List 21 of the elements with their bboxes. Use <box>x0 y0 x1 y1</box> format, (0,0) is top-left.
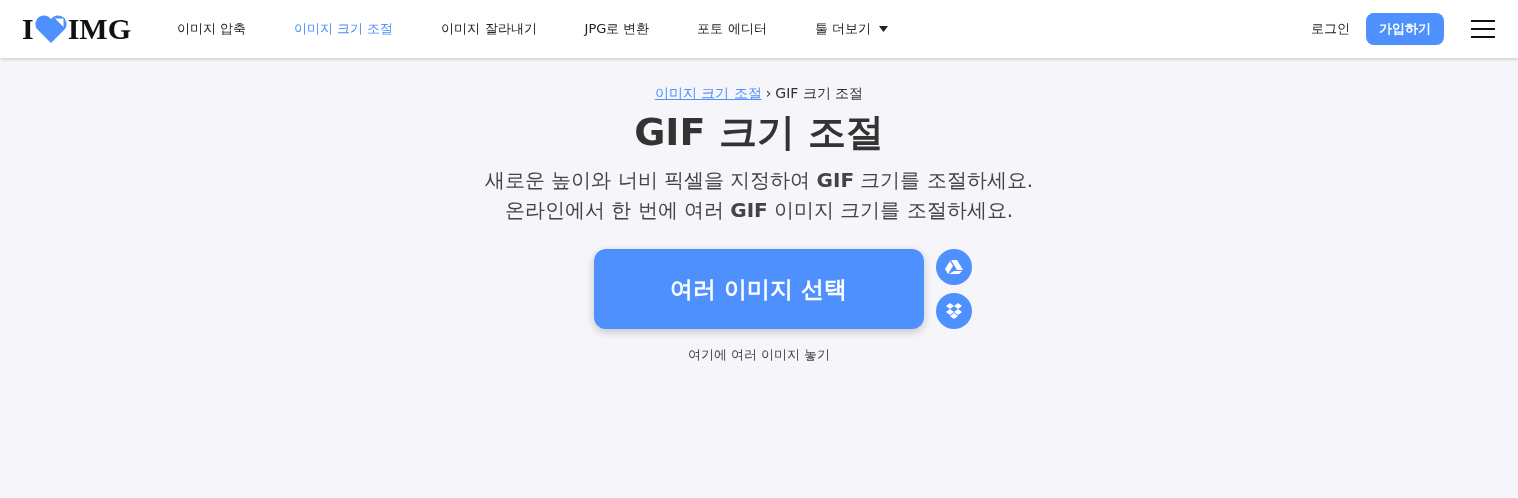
logo-text: IMG <box>67 14 131 44</box>
drop-hint: 여기에 여러 이미지 놓기 <box>686 346 832 364</box>
nav-link[interactable]: 포토 에디터 <box>697 19 767 39</box>
triangle-icon <box>945 259 963 275</box>
heart-logo-icon <box>33 14 68 44</box>
nav-link[interactable]: 툴 더보기 <box>814 19 888 39</box>
separator: › <box>765 85 772 101</box>
nav-link[interactable]: 이미지 잘라내기 <box>441 19 537 39</box>
box-icon <box>945 303 963 319</box>
logo-text: I <box>22 14 34 44</box>
page-title: GIF 크기 조절 <box>633 109 885 156</box>
menu-icon[interactable] <box>1470 19 1496 39</box>
dropbox-button[interactable] <box>936 293 972 329</box>
nav-link[interactable]: 이미지 압축 <box>177 19 247 39</box>
subtitle-line: 온라인에서 한 번에 여러 GIF 이미지 크기를 조절하세요. <box>503 197 1015 224</box>
login-link[interactable]: 로그인 <box>1311 19 1350 39</box>
breadcrumb-current: GIF 크기 조절 <box>775 85 864 101</box>
caret-icon <box>878 26 888 32</box>
subtitle-line: 새로운 높이와 너비 픽셀을 지정하여 GIF 크기를 조절하세요. <box>483 167 1035 194</box>
drive-button[interactable] <box>936 249 972 285</box>
nav-link[interactable]: JPG로 변환 <box>584 19 650 39</box>
